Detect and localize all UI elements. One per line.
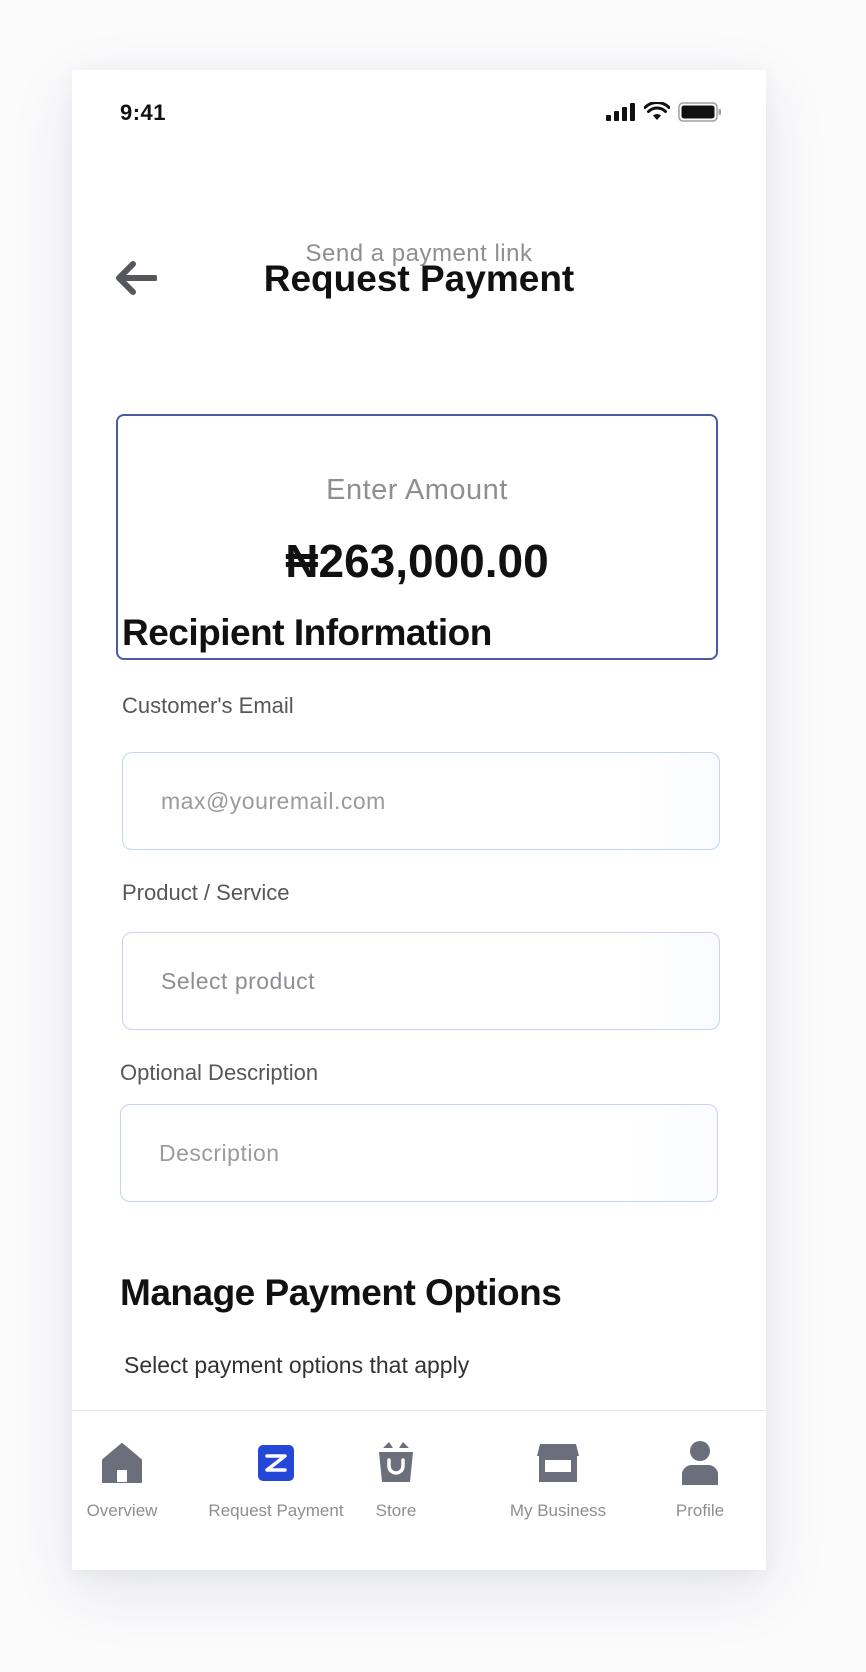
tab-label: Profile [675,1501,725,1520]
signal-icon [606,103,635,121]
tab-label: Overview [86,1501,158,1520]
amount-label: Enter Amount [326,474,508,506]
store-bag-icon [372,1439,420,1487]
tab-profile[interactable]: Profile [672,1439,728,1521]
status-bar: 9:41 [72,70,766,150]
user-icon [676,1439,724,1487]
status-icons [606,102,722,122]
payment-options-section-title: Manage Payment Options [120,1272,562,1313]
tab-bar: Overview Request Payment Store My Busine… [72,1410,766,1570]
tab-label: My Business [509,1501,607,1520]
tab-my-business[interactable]: My Business [509,1439,607,1521]
payment-options-hint: Select payment options that apply [124,1352,470,1378]
phone-screen: 9:41 Request Payment Send a payment link… [72,70,766,1570]
tab-overview[interactable]: Overview [86,1439,158,1521]
description-label: Optional Description [120,1060,319,1085]
page-subtitle: Send a payment link [305,240,533,267]
tab-label: Request Payment [208,1501,344,1520]
tab-store[interactable]: Store [366,1439,426,1521]
product-select[interactable]: Select product [122,932,720,1030]
stage: 9:41 Request Payment Send a payment link… [0,0,866,1672]
wifi-icon [644,102,670,120]
status-time: 9:41 [120,100,167,125]
email-field[interactable]: max@youremail.com [122,752,720,850]
tab-label: Store [375,1501,417,1520]
storefront-icon [534,1439,582,1487]
home-icon [98,1439,146,1487]
description-field[interactable]: Description [120,1104,718,1202]
recipient-section-title: Recipient Information [122,612,492,653]
product-label: Product / Service [122,880,290,905]
tab-request-payment[interactable]: Request Payment [206,1439,346,1521]
amount-value[interactable]: ₦263,000.00 [118,534,716,588]
email-label: Customer's Email [122,693,294,718]
battery-icon [678,102,721,122]
request-payment-icon [252,1439,300,1487]
